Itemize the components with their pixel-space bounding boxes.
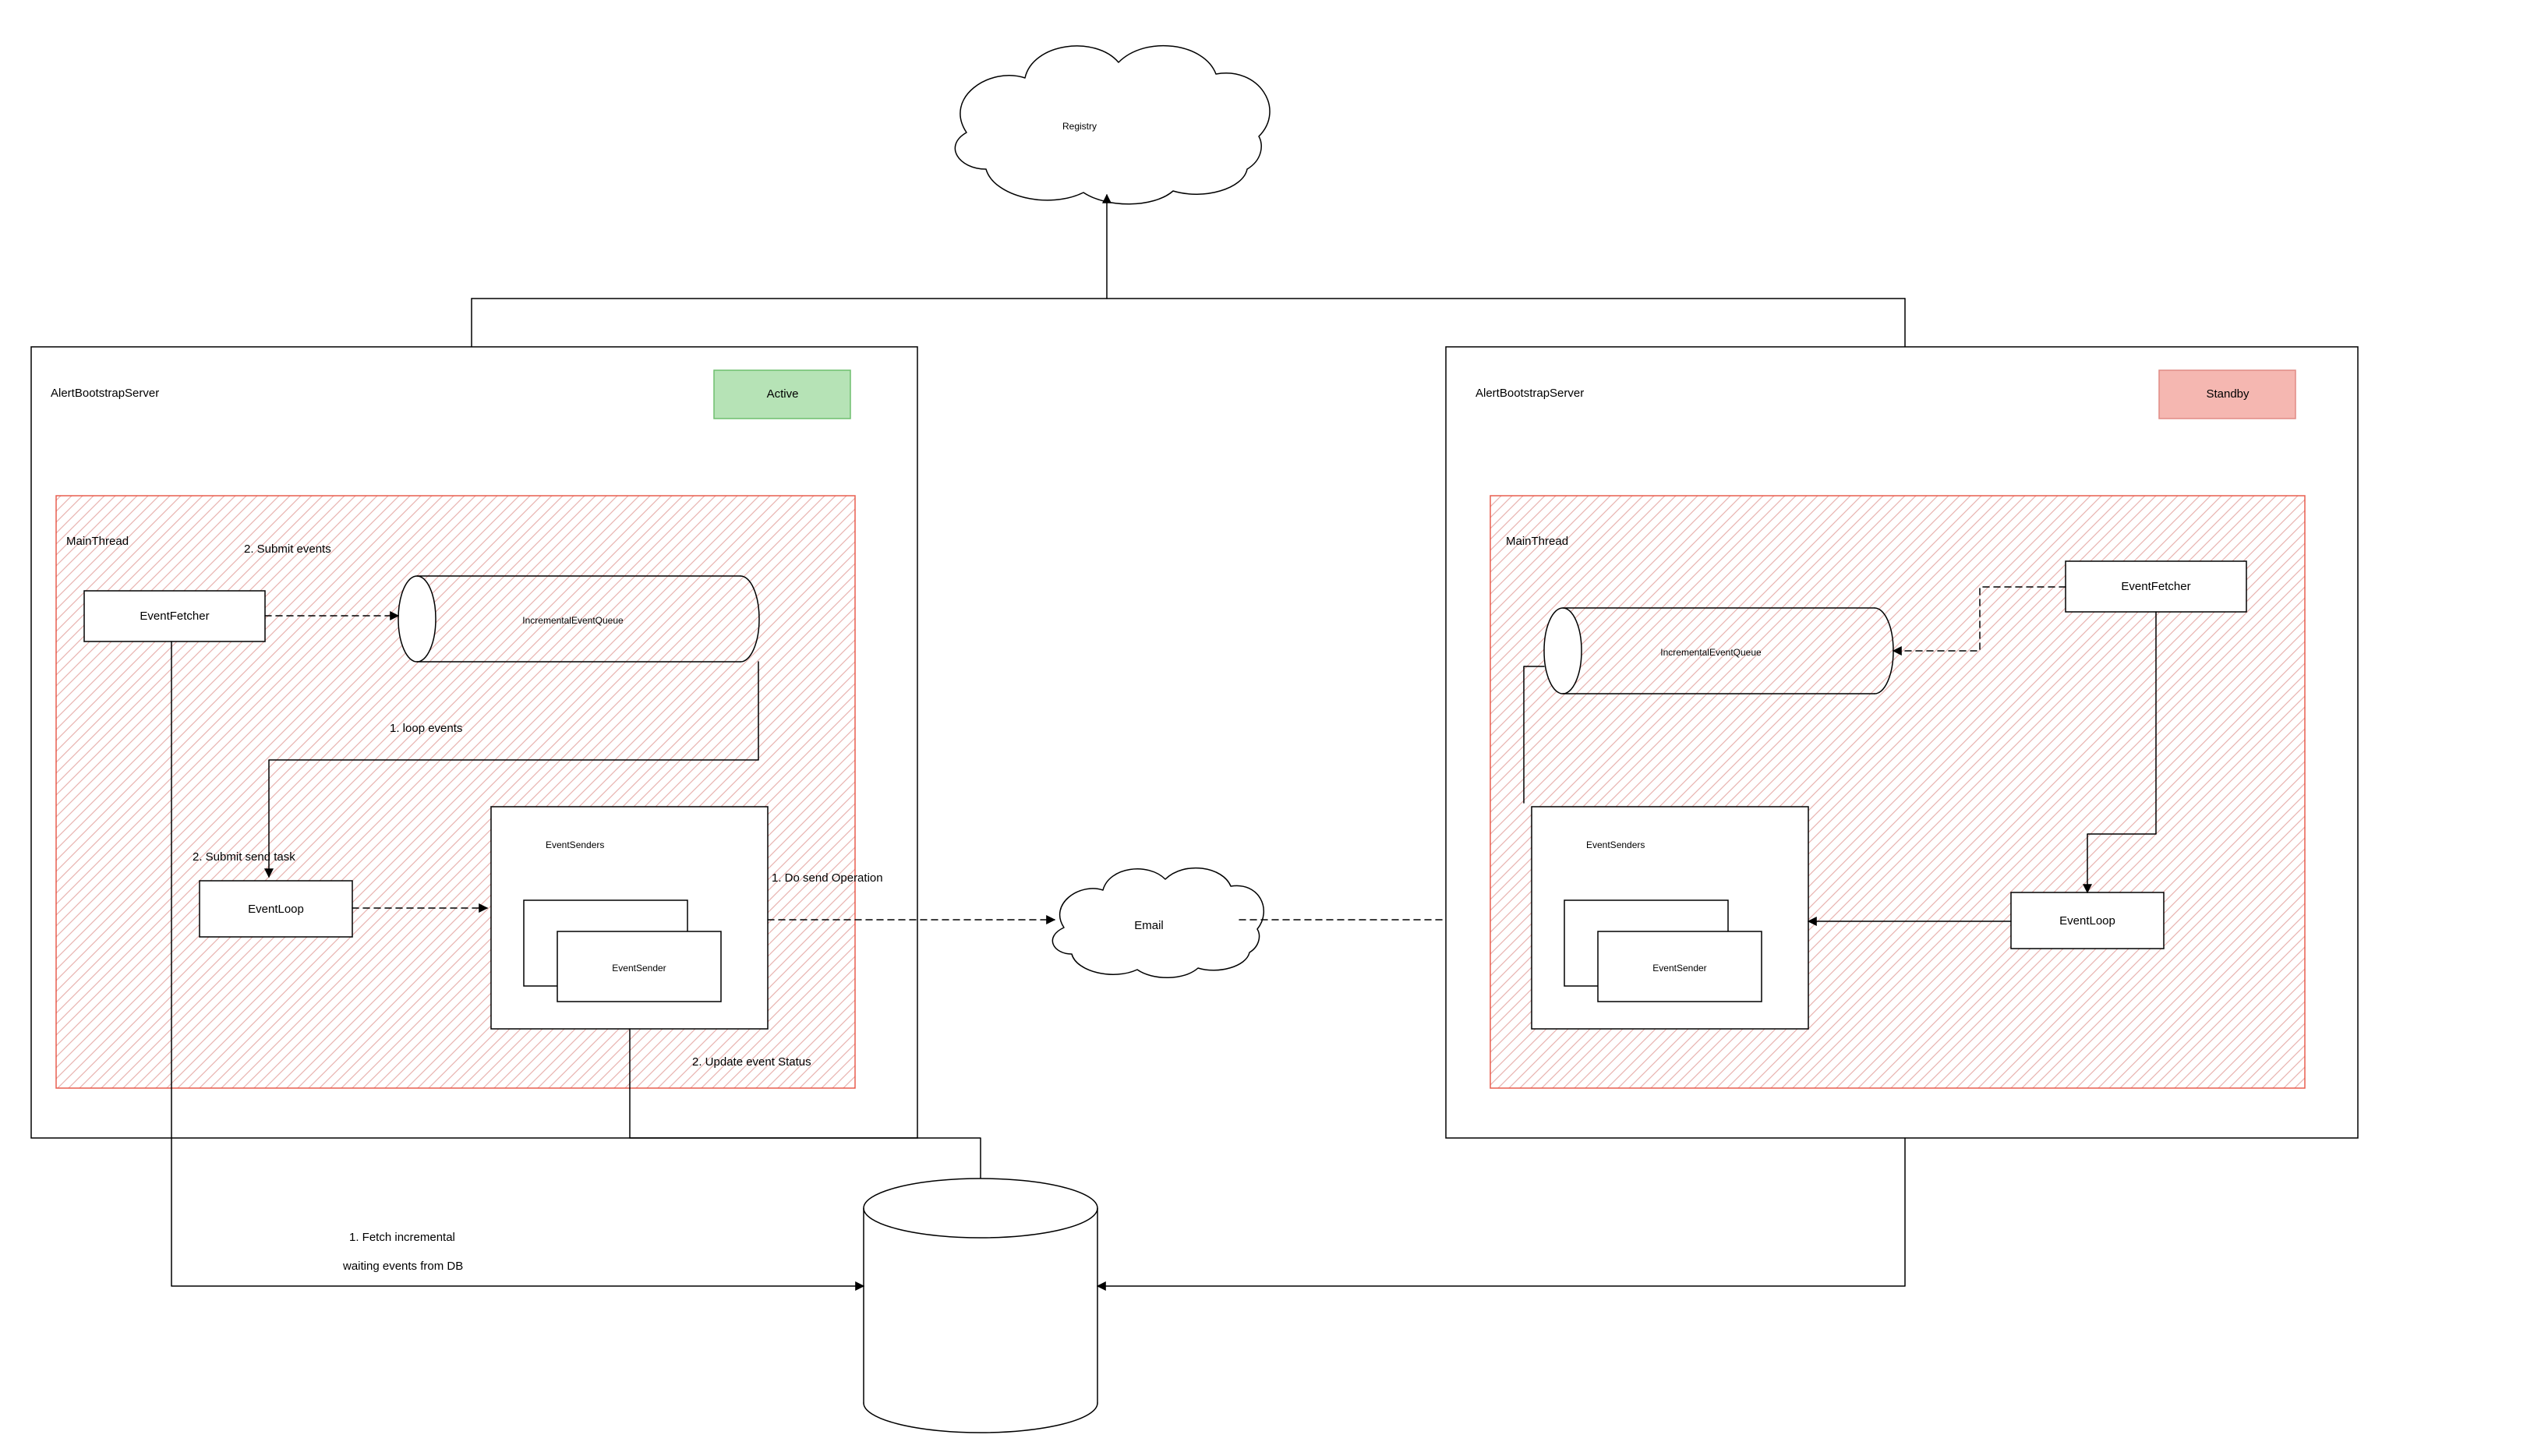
active-event-senders-label: EventSenders bbox=[546, 839, 604, 850]
active-submit-events-label: 2. Submit events bbox=[244, 542, 331, 556]
standby-event-loop-label: EventLoop bbox=[2059, 914, 2115, 928]
active-queue-label: IncrementalEventQueue bbox=[522, 615, 624, 626]
standby-event-fetcher-label: EventFetcher bbox=[2121, 580, 2190, 593]
email-cloud: Email bbox=[1052, 868, 1264, 978]
update-status-label: 2. Update event Status bbox=[692, 1055, 811, 1069]
email-label: Email bbox=[1134, 919, 1164, 932]
do-send-label: 1. Do send Operation bbox=[772, 871, 883, 885]
registry-cloud: Registry bbox=[955, 46, 1270, 204]
active-loop-events-label: 1. loop events bbox=[390, 722, 462, 735]
active-title: AlertBootstrapServer bbox=[51, 387, 159, 400]
standby-queue-label: IncrementalEventQueue bbox=[1660, 647, 1762, 658]
active-status-label: Active bbox=[767, 387, 799, 401]
active-submit-send-task-label: 2. Submit send task bbox=[193, 850, 295, 864]
fetch-label-2: waiting events from DB bbox=[342, 1260, 463, 1273]
active-event-sender-label: EventSender bbox=[612, 963, 666, 974]
standby-mainthread-label: MainThread bbox=[1506, 535, 1568, 548]
standby-status-label: Standby bbox=[2206, 387, 2250, 401]
registry-label: Registry bbox=[1062, 121, 1097, 132]
active-event-loop-label: EventLoop bbox=[248, 903, 304, 916]
standby-event-senders-label: EventSenders bbox=[1586, 839, 1645, 850]
standby-title: AlertBootstrapServer bbox=[1476, 387, 1584, 400]
standby-event-sender-label: EventSender bbox=[1652, 963, 1706, 974]
database-cylinder bbox=[864, 1179, 1097, 1433]
standby-to-db bbox=[1097, 1138, 1905, 1286]
active-mainthread-label: MainThread bbox=[66, 535, 129, 548]
standby-event-senders: EventSenders EventSender bbox=[1532, 807, 1808, 1029]
active-event-fetcher-label: EventFetcher bbox=[140, 610, 209, 623]
fetch-label-1: 1. Fetch incremental bbox=[349, 1231, 455, 1244]
standby-server: AlertBootstrapServer Standby MainThread … bbox=[1446, 347, 2358, 1138]
active-event-senders: EventSenders EventSender bbox=[491, 807, 768, 1029]
active-server: AlertBootstrapServer Active MainThread E… bbox=[31, 347, 917, 1138]
